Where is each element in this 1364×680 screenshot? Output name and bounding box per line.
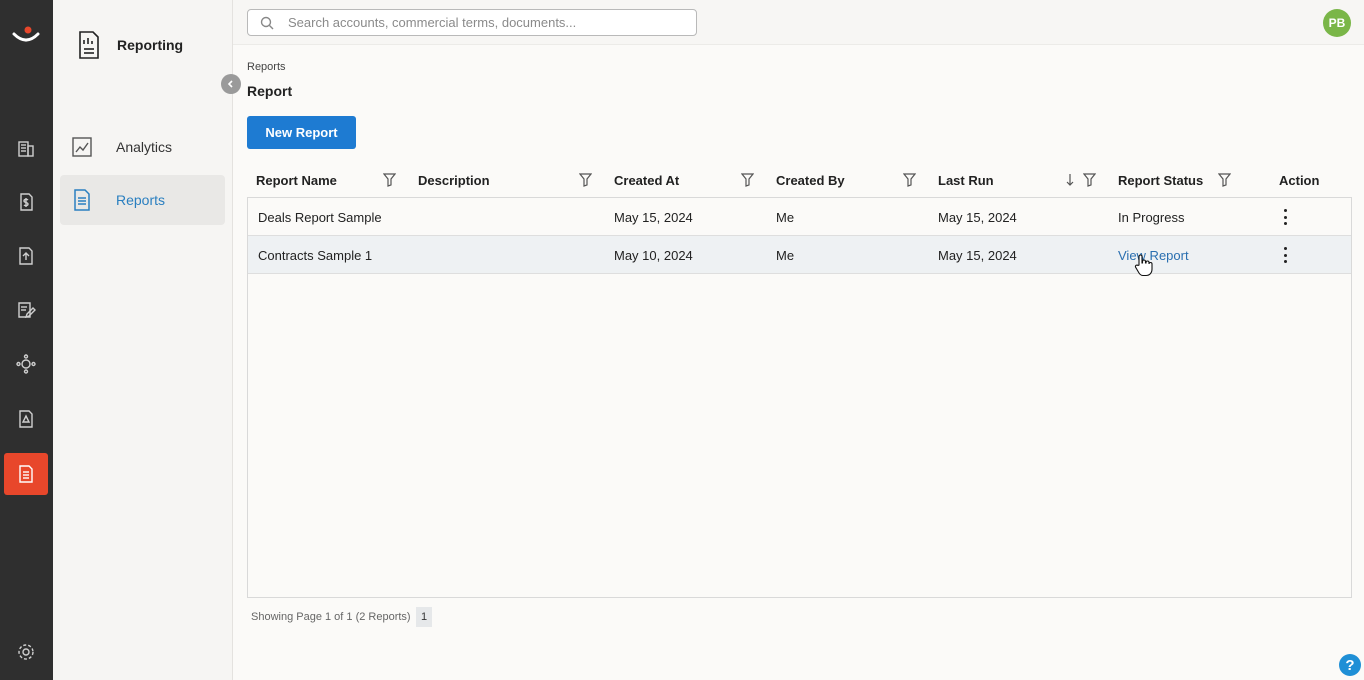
rail-network-button[interactable]	[4, 343, 48, 385]
reports-table: Report Name Description Created At Creat…	[247, 163, 1352, 598]
app-rail	[0, 0, 53, 680]
chevron-left-icon	[227, 80, 233, 88]
rail-upload-button[interactable]	[4, 235, 48, 277]
column-header-action: Action	[1279, 173, 1320, 188]
settings-icon	[18, 644, 34, 660]
rail-alert-button[interactable]	[4, 398, 48, 440]
search-box	[247, 9, 697, 36]
sidebar-title: Reporting	[117, 37, 184, 53]
filter-icon[interactable]	[579, 173, 592, 187]
cell-last-run: May 15, 2024	[938, 248, 1017, 263]
avatar[interactable]: PB	[1323, 9, 1351, 37]
filter-icon[interactable]	[903, 173, 916, 187]
rail-settings-button[interactable]	[4, 631, 48, 673]
column-header-description[interactable]: Description	[418, 173, 490, 188]
report-doc-icon	[19, 465, 33, 483]
cell-report-name: Contracts Sample 1	[258, 248, 373, 263]
cell-report-status: In Progress	[1118, 210, 1185, 225]
search-icon	[260, 16, 274, 29]
app-logo[interactable]	[12, 24, 40, 46]
rail-reporting-button[interactable]	[4, 453, 48, 495]
filter-icon[interactable]	[1083, 173, 1096, 187]
page-button-1[interactable]: 1	[416, 607, 432, 627]
top-bar: PB	[233, 0, 1364, 45]
view-report-link[interactable]: View Report	[1118, 248, 1189, 263]
table-row[interactable]: Contracts Sample 1 May 10, 2024 Me May 1…	[248, 236, 1351, 274]
sidebar-item-label: Reports	[116, 192, 166, 208]
upload-doc-icon	[19, 247, 33, 265]
pagination-summary: Showing Page 1 of 1 (2 Reports)	[251, 611, 411, 623]
reporting-icon	[79, 31, 99, 59]
reports-icon	[74, 189, 90, 211]
network-icon	[16, 354, 36, 374]
table-row[interactable]: Deals Report Sample May 15, 2024 Me May …	[248, 198, 1351, 236]
column-header-report-status[interactable]: Report Status	[1118, 173, 1203, 188]
collapse-sidebar-button[interactable]	[221, 74, 241, 94]
table-header: Report Name Description Created At Creat…	[247, 163, 1352, 198]
cell-created-by: Me	[776, 210, 795, 225]
building-icon	[18, 141, 34, 157]
rail-accounts-button[interactable]	[4, 127, 48, 169]
dollar-doc-icon	[20, 193, 33, 211]
help-button[interactable]: ?	[1339, 654, 1361, 676]
filter-icon[interactable]	[1218, 173, 1231, 187]
row-actions-menu-icon[interactable]	[1282, 209, 1288, 225]
cell-last-run: May 15, 2024	[938, 210, 1017, 225]
alert-doc-icon	[19, 410, 33, 428]
column-header-report-name[interactable]: Report Name	[256, 173, 337, 188]
new-report-button[interactable]: New Report	[247, 116, 356, 149]
cell-created-by: Me	[776, 248, 795, 263]
sidebar-header: Reporting	[77, 30, 183, 60]
sidebar-item-reports[interactable]: Reports	[60, 175, 225, 225]
rail-edit-button[interactable]	[4, 289, 48, 331]
page-title: Report	[247, 83, 293, 99]
cell-report-name: Deals Report Sample	[258, 210, 382, 225]
table-body: Deals Report Sample May 15, 2024 Me May …	[247, 197, 1352, 598]
filter-icon[interactable]	[383, 173, 396, 187]
analytics-icon	[72, 137, 92, 157]
sidebar-item-analytics[interactable]: Analytics	[60, 122, 225, 172]
column-header-created-at[interactable]: Created At	[614, 173, 679, 188]
breadcrumb[interactable]: Reports	[247, 61, 286, 73]
secondary-sidebar: Reporting Analytics Reports	[53, 0, 241, 680]
filter-icon[interactable]	[741, 173, 754, 187]
search-input[interactable]	[288, 15, 678, 30]
row-actions-menu-icon[interactable]	[1282, 247, 1288, 263]
rail-commercial-button[interactable]	[4, 181, 48, 223]
cell-created-at: May 15, 2024	[614, 210, 693, 225]
sidebar-item-label: Analytics	[116, 139, 173, 155]
hand-cursor-icon	[1134, 254, 1153, 277]
cell-created-at: May 10, 2024	[614, 248, 693, 263]
column-header-last-run[interactable]: Last Run	[938, 173, 994, 188]
edit-doc-icon	[18, 302, 36, 319]
column-header-created-by[interactable]: Created By	[776, 173, 845, 188]
sort-down-icon[interactable]	[1065, 173, 1075, 187]
